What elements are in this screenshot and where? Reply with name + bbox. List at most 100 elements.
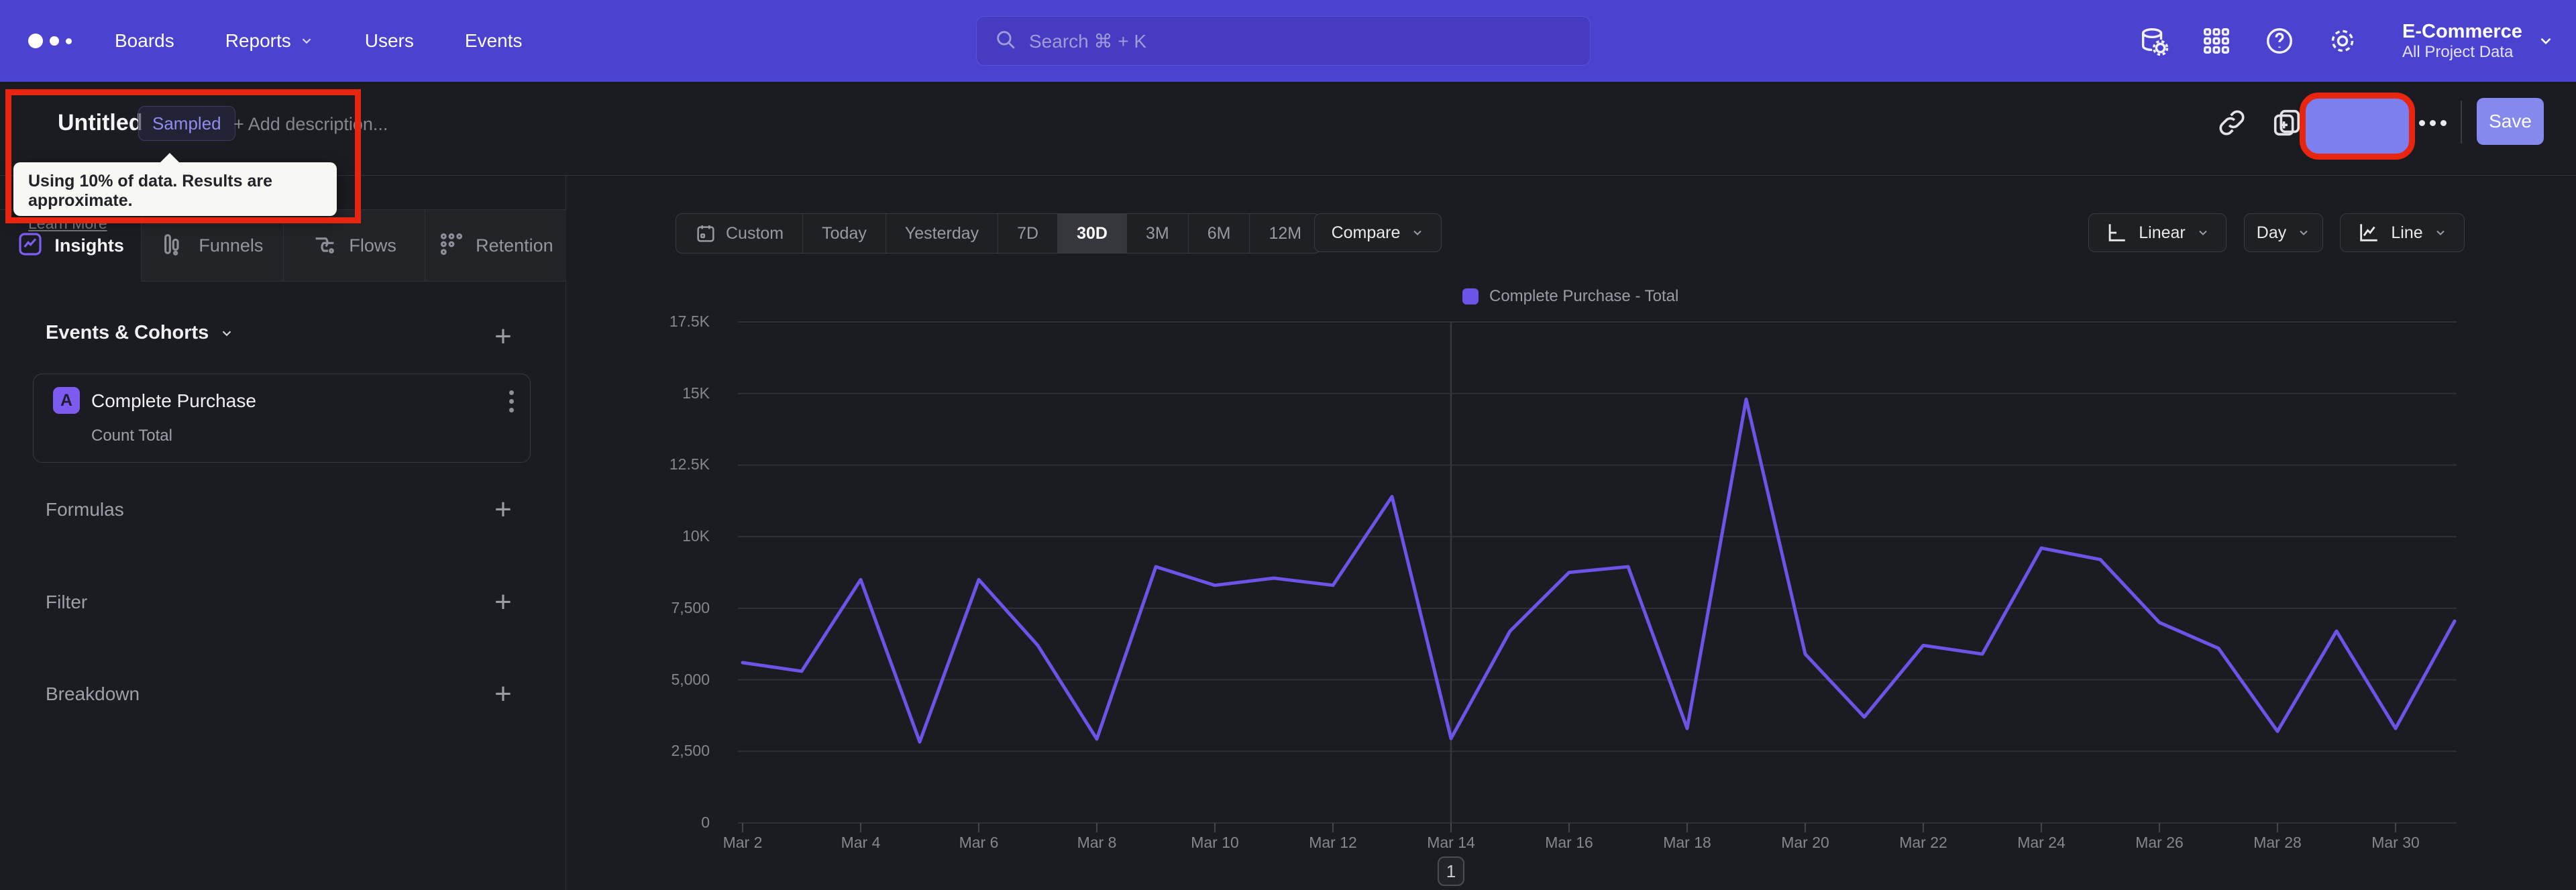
- x-axis-label: Mar 10: [1191, 834, 1239, 851]
- linear-axis-icon: [2108, 224, 2125, 241]
- range-custom[interactable]: Custom: [676, 214, 802, 253]
- series-line[interactable]: [741, 397, 2457, 744]
- funnels-icon: [161, 231, 188, 261]
- series-letter-badge: A: [53, 387, 80, 414]
- chevron-down-icon: [2199, 230, 2207, 235]
- tab-label: Funnels: [199, 235, 264, 256]
- insights-icon: [17, 231, 44, 261]
- y-axis-label: 12.5K: [669, 455, 710, 474]
- range-today[interactable]: Today: [802, 214, 885, 253]
- x-axis-label: Mar 12: [1309, 834, 1357, 851]
- line-chart-icon: [2360, 224, 2378, 241]
- add-to-board-icon[interactable]: [2271, 107, 2302, 138]
- tab-label: Flows: [349, 235, 396, 256]
- chevron-down-icon: [2436, 230, 2445, 235]
- range-3m[interactable]: 3M: [1126, 214, 1188, 253]
- apps-grid-icon[interactable]: [2201, 25, 2232, 56]
- report-title[interactable]: Untitled: [58, 110, 143, 136]
- event-metric[interactable]: Count Total: [91, 427, 172, 445]
- annotation-marker[interactable]: 1: [1438, 856, 1464, 886]
- y-axis-label: 15K: [682, 384, 710, 402]
- help-icon[interactable]: [2264, 25, 2295, 56]
- add-filter-button[interactable]: +: [487, 586, 519, 618]
- primary-nav: Boards Reports Users Events: [115, 30, 523, 52]
- settings-gear-icon[interactable]: [2327, 25, 2358, 56]
- sampling-tooltip: Using 10% of data. Results are approxima…: [13, 162, 337, 232]
- scale-selector[interactable]: Linear: [2088, 213, 2226, 252]
- x-axis-label: Mar 4: [841, 834, 881, 851]
- y-axis-label: 7,500: [671, 598, 710, 616]
- x-axis-label: Mar 22: [1899, 834, 1947, 851]
- y-axis-label: 10K: [682, 527, 710, 545]
- range-12m[interactable]: 12M: [1249, 214, 1320, 253]
- x-axis-label: Mar 16: [1545, 834, 1593, 851]
- x-axis-label: Mar 14: [1427, 834, 1475, 851]
- save-button[interactable]: Save: [2477, 98, 2544, 145]
- chart-svg: [738, 321, 2457, 832]
- legend-label: Complete Purchase - Total: [1489, 287, 1679, 305]
- tooltip-caret: [159, 153, 180, 164]
- x-axis-label: Mar 28: [2253, 834, 2302, 851]
- nav-right-cluster: E-Commerce All Project Data: [2138, 0, 2555, 82]
- flows-icon: [311, 231, 338, 261]
- chevron-down-icon: [2300, 230, 2308, 235]
- nav-item-users[interactable]: Users: [365, 30, 414, 52]
- x-axis-label: Mar 20: [1781, 834, 1829, 851]
- event-row-complete-purchase[interactable]: A Complete Purchase Count Total: [33, 374, 531, 463]
- x-axis-label: Mar 6: [959, 834, 999, 851]
- x-axis-label: Mar 24: [2017, 834, 2065, 851]
- chart-type-selector[interactable]: Line: [2340, 213, 2465, 252]
- sampling-toggle[interactable]: [2322, 105, 2387, 141]
- chevron-down-icon: [302, 38, 311, 44]
- mixpanel-logo-icon[interactable]: [28, 34, 72, 48]
- range-30d[interactable]: 30D: [1057, 214, 1126, 253]
- nav-item-boards[interactable]: Boards: [115, 30, 174, 52]
- add-breakdown-button[interactable]: +: [487, 677, 519, 710]
- sampled-badge[interactable]: Sampled: [138, 106, 235, 141]
- date-range-group: Custom Today Yesterday 7D 30D 3M 6M 12M: [676, 213, 1322, 254]
- x-axis-label: Mar 26: [2135, 834, 2184, 851]
- search-input[interactable]: Search ⌘ + K: [976, 16, 1591, 66]
- calendar-icon: [697, 225, 714, 242]
- chevron-down-icon: [1413, 230, 1422, 235]
- events-cohorts-heading[interactable]: Events & Cohorts: [46, 322, 234, 344]
- x-axis-label: Mar 2: [722, 834, 763, 851]
- range-yesterday[interactable]: Yesterday: [885, 214, 998, 253]
- mixpanel-insights-app: Boards Reports Users Events Search ⌘ + K E-…: [0, 0, 2576, 890]
- x-axis-label: Mar 8: [1077, 834, 1117, 851]
- section-label-formulas: Formulas: [46, 499, 124, 520]
- compare-button[interactable]: Compare: [1314, 213, 1442, 252]
- add-description[interactable]: + Add description...: [233, 114, 388, 135]
- project-switcher[interactable]: E-Commerce All Project Data: [2402, 21, 2555, 62]
- event-options-kebab-icon[interactable]: [496, 386, 526, 416]
- legend-swatch: [1462, 288, 1479, 304]
- tooltip-text: Using 10% of data. Results are approxima…: [28, 172, 273, 210]
- project-name: E-Commerce: [2402, 20, 2522, 42]
- range-7d[interactable]: 7D: [998, 214, 1057, 253]
- add-event-button[interactable]: +: [487, 320, 519, 353]
- legend-item[interactable]: Complete Purchase - Total: [1462, 287, 1678, 306]
- chevron-down-icon: [2540, 38, 2551, 45]
- nav-item-events[interactable]: Events: [465, 30, 523, 52]
- x-axis-label: Mar 18: [1663, 834, 1711, 851]
- more-options-button[interactable]: [2415, 106, 2450, 140]
- y-axis-label: 2,500: [671, 742, 710, 760]
- report-header-bar: Untitled Sampled + Add description... Sa…: [0, 82, 2576, 176]
- section-label-breakdown: Breakdown: [46, 683, 140, 704]
- tab-label: Insights: [54, 235, 124, 256]
- x-axis-label: Mar 30: [2371, 834, 2420, 851]
- toolbar-divider: [2461, 101, 2462, 144]
- range-6m[interactable]: 6M: [1187, 214, 1250, 253]
- y-axis-label: 0: [701, 814, 710, 831]
- top-nav: Boards Reports Users Events Search ⌘ + K E-…: [0, 0, 2576, 82]
- copy-link-icon[interactable]: [2216, 107, 2247, 138]
- project-scope: All Project Data: [2402, 42, 2514, 61]
- add-formulas-button[interactable]: +: [487, 493, 519, 526]
- learn-more-link[interactable]: Learn More: [28, 215, 107, 233]
- nav-item-reports[interactable]: Reports: [225, 30, 314, 52]
- data-management-icon[interactable]: [2138, 25, 2169, 56]
- tab-retention[interactable]: Retention: [424, 210, 566, 282]
- granularity-selector[interactable]: Day: [2244, 213, 2323, 252]
- y-axis-label: 17.5K: [669, 313, 710, 330]
- event-name[interactable]: Complete Purchase: [91, 390, 256, 412]
